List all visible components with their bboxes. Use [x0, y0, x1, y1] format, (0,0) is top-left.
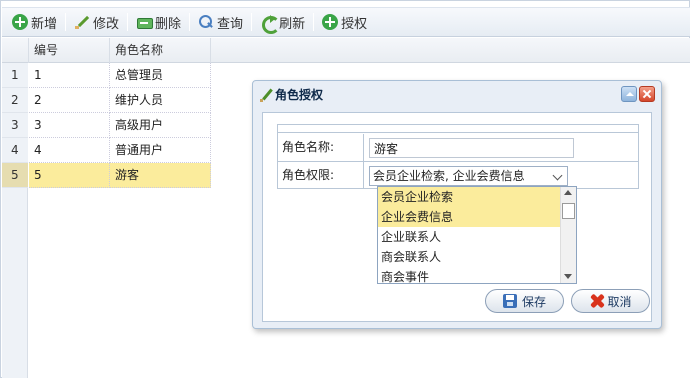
save-label: 保存 — [521, 294, 546, 309]
add-button[interactable]: 新增 — [8, 11, 61, 33]
search-icon — [198, 14, 214, 30]
table-row[interactable]: 3 3 高级用户 — [2, 113, 211, 138]
cancel-button[interactable]: 取消 — [571, 289, 650, 313]
delete-label: 删除 — [155, 16, 182, 32]
table-row-selected[interactable]: 5 5 游客 — [2, 163, 211, 188]
add-label: 新增 — [31, 16, 58, 32]
cell-role-name: 总管理员 — [110, 63, 211, 88]
toolbar: 新增 修改 删除 查询 刷新 授权 — [2, 7, 690, 37]
permission-select-value: 会员企业检索, 企业会费信息 — [373, 169, 525, 183]
role-permission-label: 角色权限: — [278, 162, 364, 189]
cell-id: 5 — [29, 163, 110, 188]
cell-role-name: 维护人员 — [110, 88, 211, 113]
permission-option[interactable]: 企业会费信息 — [378, 207, 561, 227]
cell-id: 3 — [29, 113, 110, 138]
row-number: 3 — [2, 113, 28, 138]
dialog-body: 角色名称: 角色权限: 会员企业检索, 企业会费信息 会员企业检索 企业会费信息… — [262, 112, 652, 322]
cell-id: 1 — [29, 63, 110, 88]
edit-button[interactable]: 修改 — [70, 11, 123, 33]
row-number: 1 — [2, 63, 28, 88]
authorize-icon — [322, 14, 339, 30]
cancel-label: 取消 — [607, 294, 632, 309]
cell-role-name: 游客 — [110, 163, 211, 188]
permission-option[interactable]: 商会事件 — [378, 267, 561, 283]
collapse-button[interactable] — [621, 86, 637, 102]
scroll-down-icon[interactable] — [564, 274, 572, 279]
role-name-label: 角色名称: — [278, 134, 364, 161]
table-row[interactable]: 2 2 维护人员 — [2, 88, 211, 113]
form-header-strip — [278, 125, 638, 133]
query-button[interactable]: 查询 — [194, 11, 247, 33]
save-button[interactable]: 保存 — [485, 289, 564, 313]
refresh-label: 刷新 — [279, 16, 306, 32]
toolbar-separator — [127, 13, 129, 31]
cell-role-name: 普通用户 — [110, 138, 211, 163]
refresh-button[interactable]: 刷新 — [256, 11, 309, 34]
permission-select[interactable]: 会员企业检索, 企业会费信息 — [369, 166, 568, 186]
pencil-icon — [74, 14, 90, 30]
scroll-up-icon[interactable] — [564, 190, 572, 195]
query-label: 查询 — [217, 16, 244, 32]
cancel-icon — [589, 293, 605, 309]
dialog-title: 角色授权 — [275, 88, 324, 102]
column-header-name[interactable]: 角色名称 — [110, 38, 211, 63]
add-icon — [12, 14, 28, 30]
grid-header: 编号 角色名称 — [2, 38, 690, 63]
role-name-input[interactable] — [369, 138, 574, 158]
table-row[interactable]: 1 1 总管理员 — [2, 63, 211, 88]
cell-role-name: 高级用户 — [110, 113, 211, 138]
pencil-icon — [260, 88, 274, 102]
permission-option[interactable]: 企业联系人 — [378, 227, 561, 247]
toolbar-separator — [251, 13, 253, 31]
delete-button[interactable]: 删除 — [132, 11, 185, 33]
edit-label: 修改 — [93, 16, 120, 32]
permission-listbox[interactable]: 会员企业检索 企业会费信息 企业联系人 商会联系人 商会事件 — [377, 186, 577, 284]
save-icon — [502, 294, 517, 308]
row-number: 4 — [2, 138, 28, 163]
toolbar-separator — [189, 13, 191, 31]
cell-id: 2 — [29, 88, 110, 113]
dialog-title-bar[interactable]: 角色授权 — [253, 81, 661, 108]
toolbar-separator — [313, 13, 315, 31]
row-number: 2 — [2, 88, 28, 113]
role-authorization-dialog: 角色授权 角色名称: 角色权限: 会员企业检索, 企业会费信息 — [252, 80, 662, 329]
authorize-label: 授权 — [341, 16, 368, 32]
column-header-id[interactable]: 编号 — [29, 38, 110, 63]
cell-id: 4 — [29, 138, 110, 163]
permission-option[interactable]: 商会联系人 — [378, 247, 561, 267]
toolbar-separator — [65, 13, 67, 31]
rownum-header — [2, 38, 29, 63]
app-window: 新增 修改 删除 查询 刷新 授权 编号 角色名称 1 1 总管理员 2 2 维… — [0, 0, 690, 378]
refresh-icon — [260, 14, 281, 34]
close-button[interactable] — [639, 86, 655, 102]
authorize-button[interactable]: 授权 — [318, 11, 371, 33]
permission-option[interactable]: 会员企业检索 — [378, 187, 561, 207]
chevron-down-icon[interactable] — [550, 167, 567, 185]
listbox-scrollbar[interactable] — [560, 187, 576, 283]
table-row[interactable]: 4 4 普通用户 — [2, 138, 211, 163]
form-row-role-name: 角色名称: — [278, 134, 638, 162]
delete-icon — [136, 14, 154, 30]
row-number: 5 — [2, 163, 28, 188]
scroll-thumb[interactable] — [562, 203, 575, 219]
role-form: 角色名称: 角色权限: 会员企业检索, 企业会费信息 — [277, 124, 639, 189]
